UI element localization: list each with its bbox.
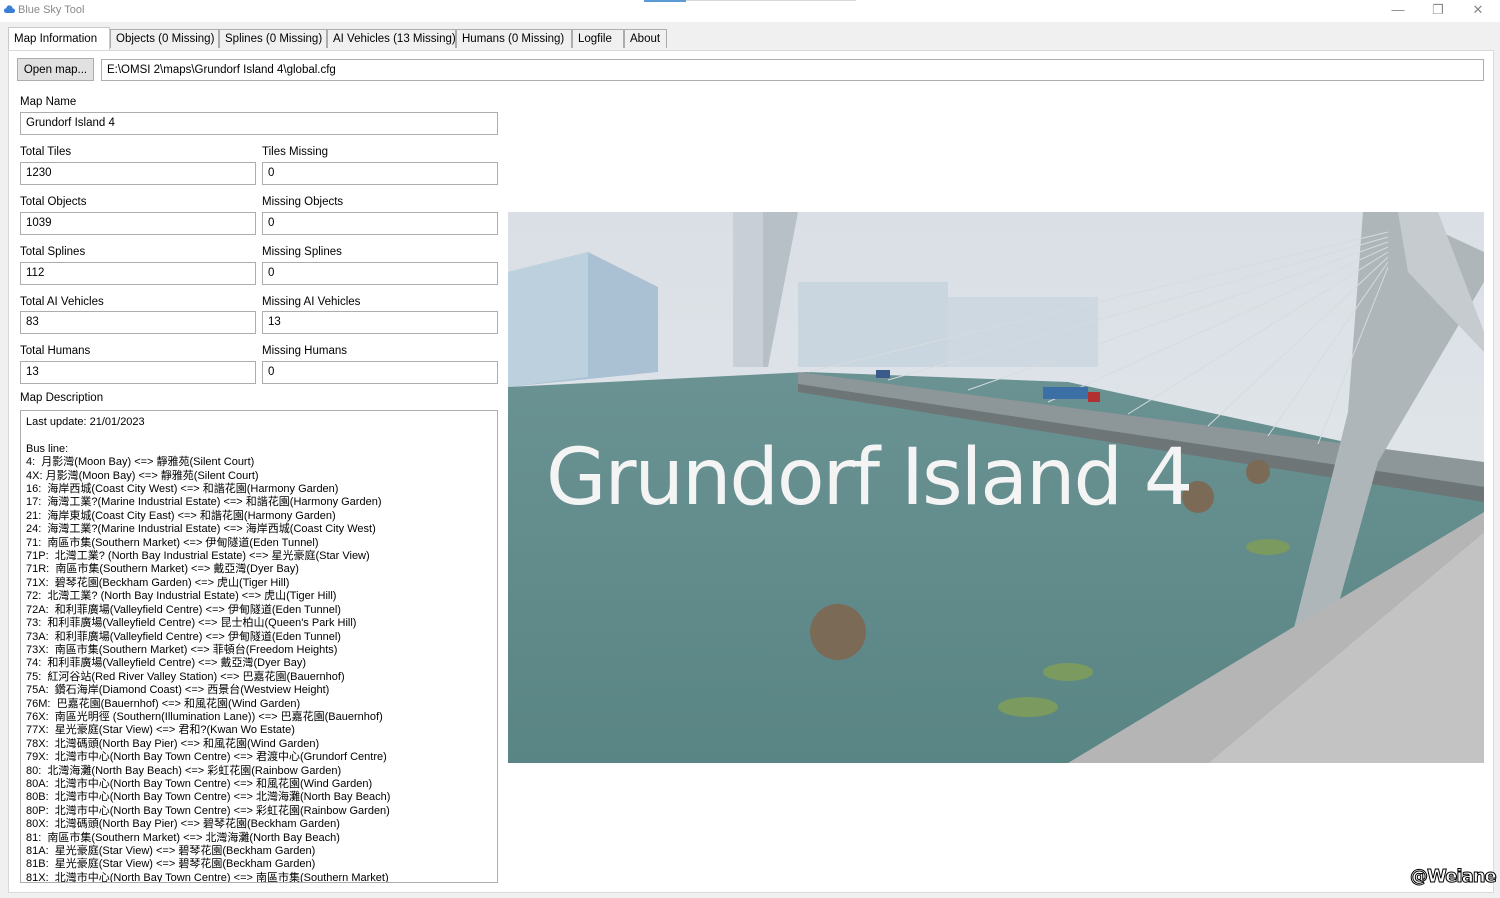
total-ai-vehicles-label: Total AI Vehicles: [20, 296, 104, 308]
tab-humans[interactable]: Humans (0 Missing): [456, 29, 572, 48]
close-icon: ✕: [1472, 2, 1484, 17]
missing-ai-vehicles-field[interactable]: 13: [262, 311, 498, 334]
missing-objects-field[interactable]: 0: [262, 212, 498, 235]
tab-objects[interactable]: Objects (0 Missing): [110, 29, 219, 48]
map-path-field[interactable]: E:\OMSI 2\maps\Grundorf Island 4\global.…: [101, 59, 1484, 81]
tab-map-information[interactable]: Map Information: [8, 27, 110, 50]
missing-splines-field[interactable]: 0: [262, 262, 498, 285]
map-preview-scene: Grundorf Island 4: [508, 212, 1484, 763]
total-ai-vehicles-field[interactable]: 83: [20, 311, 256, 334]
map-name-label: Map Name: [20, 96, 77, 108]
total-objects-field[interactable]: 1039: [20, 212, 256, 235]
total-tiles-label: Total Tiles: [20, 146, 72, 158]
tiles-missing-label: Tiles Missing: [262, 146, 329, 158]
total-humans-field[interactable]: 13: [20, 361, 256, 384]
cloud-icon: [4, 5, 15, 13]
minimize-button[interactable]: —: [1378, 0, 1418, 22]
tab-splines[interactable]: Splines (0 Missing): [219, 29, 327, 48]
map-name-field[interactable]: Grundorf Island 4: [20, 112, 498, 135]
tiles-missing-field[interactable]: 0: [262, 162, 498, 185]
close-button[interactable]: ✕: [1458, 0, 1498, 22]
total-splines-label: Total Splines: [20, 246, 86, 258]
map-description-label: Map Description: [20, 392, 104, 404]
title-accent-line: [686, 0, 856, 1]
tab-ai-vehicles[interactable]: AI Vehicles (13 Missing): [327, 29, 456, 48]
total-humans-label: Total Humans: [20, 345, 91, 357]
preview-title: Grundorf Island 4: [546, 433, 1191, 523]
missing-splines-label: Missing Splines: [262, 246, 342, 258]
total-objects-label: Total Objects: [20, 196, 87, 208]
missing-humans-field[interactable]: 0: [262, 361, 498, 384]
map-preview-image: Grundorf Island 4: [508, 212, 1484, 763]
missing-objects-label: Missing Objects: [262, 196, 344, 208]
map-description-text: Last update: 21/01/2023 Bus line: 4: 月影灣…: [26, 416, 391, 883]
total-tiles-field[interactable]: 1230: [20, 162, 256, 185]
total-splines-field[interactable]: 112: [20, 262, 256, 285]
minimize-icon: —: [1391, 2, 1405, 17]
open-map-button[interactable]: Open map...: [17, 58, 94, 81]
missing-humans-label: Missing Humans: [262, 345, 347, 357]
tab-logfile[interactable]: Logfile: [572, 29, 624, 48]
restore-icon: ❐: [1432, 2, 1444, 17]
window-title: Blue Sky Tool: [18, 4, 85, 16]
title-bar: Blue Sky Tool — ❐ ✕: [0, 0, 1500, 22]
watermark: @Weiane: [1410, 866, 1498, 888]
missing-ai-vehicles-label: Missing AI Vehicles: [262, 296, 361, 308]
title-accent: [644, 0, 686, 2]
tab-about[interactable]: About: [624, 29, 667, 48]
restore-button[interactable]: ❐: [1418, 0, 1458, 22]
map-description-textarea[interactable]: Last update: 21/01/2023 Bus line: 4: 月影灣…: [20, 410, 498, 883]
